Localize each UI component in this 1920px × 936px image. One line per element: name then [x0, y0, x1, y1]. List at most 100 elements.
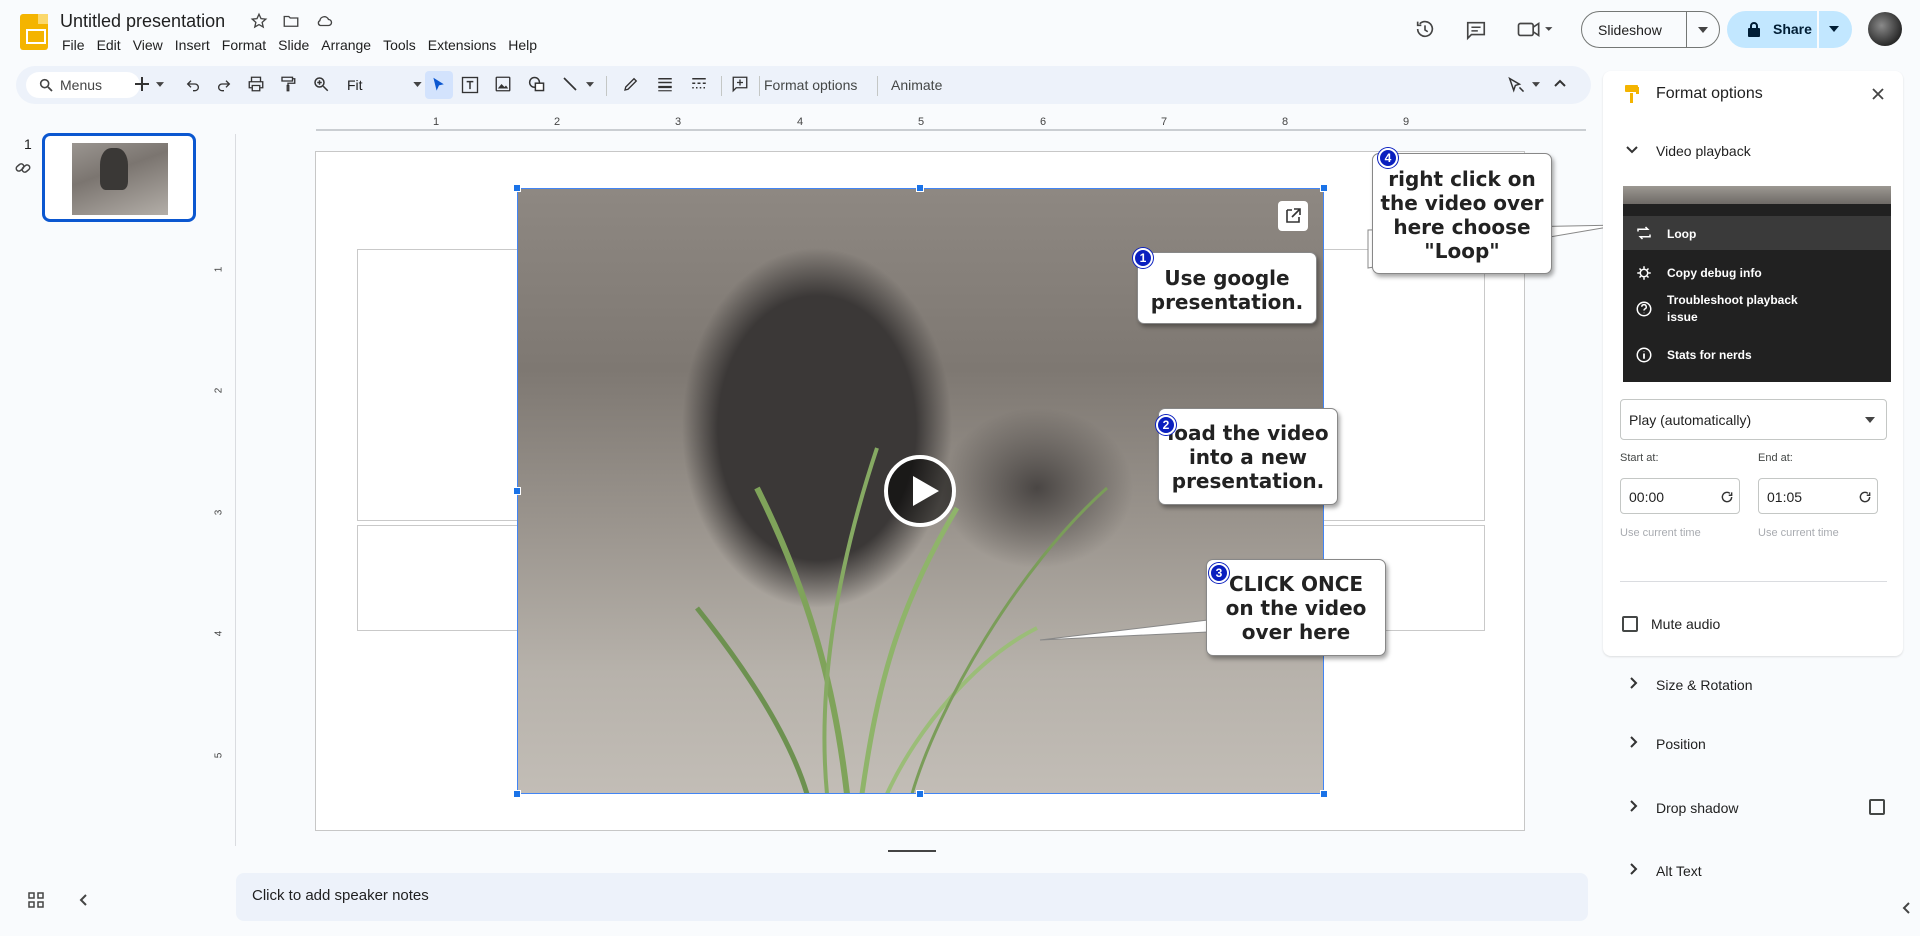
comments-icon[interactable] — [1465, 19, 1487, 41]
select-cursor-icon[interactable] — [431, 76, 447, 94]
reset-start-icon[interactable] — [1720, 490, 1734, 504]
menu-extensions[interactable]: Extensions — [428, 37, 505, 53]
menu-tools[interactable]: Tools — [383, 37, 425, 53]
insert-image-icon[interactable] — [494, 75, 512, 93]
size-rotation-header[interactable]: Size & Rotation — [1656, 677, 1753, 693]
border-color-icon[interactable] — [622, 75, 640, 93]
line-dropdown-icon[interactable] — [586, 82, 594, 87]
zoom-select[interactable]: Fit — [343, 72, 425, 98]
context-item-copy-debug[interactable]: Copy debug info — [1623, 258, 1891, 288]
search-menus-field[interactable]: Menus — [26, 72, 140, 98]
chevron-right-icon[interactable] — [1629, 862, 1639, 876]
line-icon[interactable] — [561, 75, 579, 93]
play-mode-select[interactable]: Play (automatically) — [1620, 399, 1887, 440]
mute-audio-checkbox[interactable] — [1622, 616, 1638, 632]
use-current-start[interactable]: Use current time — [1620, 527, 1701, 539]
speaker-notes[interactable]: Click to add speaker notes — [236, 873, 1588, 921]
border-dash-icon[interactable] — [690, 75, 708, 93]
paint-format-icon[interactable] — [279, 75, 297, 93]
side-panel-toggle-icon[interactable] — [1900, 900, 1912, 916]
context-item-label: Stats for nerds — [1667, 348, 1752, 362]
slide-thumbnail[interactable] — [42, 133, 196, 222]
menu-arrange[interactable]: Arrange — [321, 37, 380, 53]
resize-handle-tl[interactable] — [513, 184, 521, 192]
document-title[interactable]: Untitled presentation — [60, 11, 225, 32]
drop-shadow-header[interactable]: Drop shadow — [1656, 800, 1739, 816]
chevron-right-icon[interactable] — [1629, 735, 1639, 749]
alt-text-header[interactable]: Alt Text — [1656, 863, 1702, 879]
ruler-tick-label: 7 — [1161, 116, 1168, 128]
grid-view-icon[interactable] — [28, 892, 44, 908]
main-toolbar: Menus Fit Format options Animate — [16, 66, 1591, 104]
slides-logo-icon[interactable] — [20, 14, 48, 50]
meet-camera-icon[interactable] — [1515, 18, 1555, 40]
callout-4-line: here choose — [1393, 215, 1531, 239]
shape-icon[interactable] — [527, 75, 547, 93]
slideshow-button[interactable]: Slideshow — [1581, 11, 1720, 48]
search-menus-label: Menus — [60, 77, 103, 93]
ruler-tick-label: 3 — [213, 509, 225, 516]
title-bar: Untitled presentation File Edit View Ins… — [0, 0, 1920, 62]
ruler-tick-label: 4 — [213, 630, 225, 637]
use-current-end[interactable]: Use current time — [1758, 527, 1839, 539]
context-item-loop[interactable]: Loop — [1623, 216, 1891, 250]
editing-mode-icon[interactable] — [1507, 76, 1527, 94]
slideshow-divider — [1686, 12, 1687, 47]
start-time-input[interactable]: 00:00 — [1620, 478, 1740, 514]
format-options-panel: Format options Video playback Loop Copy … — [1603, 71, 1903, 936]
format-options-button[interactable]: Format options — [764, 77, 857, 93]
menu-slide[interactable]: Slide — [278, 37, 318, 53]
menu-help[interactable]: Help — [508, 37, 546, 53]
cloud-saved-icon[interactable] — [314, 12, 334, 30]
share-button[interactable]: Share — [1727, 11, 1852, 48]
play-icon[interactable] — [884, 455, 956, 527]
chevron-right-icon[interactable] — [1629, 799, 1639, 813]
ruler-tick-label: 3 — [675, 116, 682, 128]
collapse-filmstrip-icon[interactable] — [78, 893, 88, 907]
reset-end-icon[interactable] — [1858, 490, 1872, 504]
add-comment-icon[interactable] — [731, 75, 749, 93]
redo-icon[interactable] — [216, 76, 232, 92]
resize-handle-bl[interactable] — [513, 790, 521, 798]
video-playback-header[interactable]: Video playback — [1656, 143, 1751, 159]
share-dropdown-icon[interactable] — [1829, 26, 1839, 32]
collapse-toolbar-icon[interactable] — [1553, 78, 1567, 88]
slide-thumbnail-image — [72, 143, 168, 215]
animate-button[interactable]: Animate — [891, 77, 942, 93]
close-panel-icon[interactable] — [1871, 87, 1885, 101]
chevron-down-icon[interactable] — [1625, 145, 1639, 155]
menu-edit[interactable]: Edit — [97, 37, 130, 53]
editing-mode-dropdown-icon[interactable] — [1532, 82, 1540, 87]
end-time-input[interactable]: 01:05 — [1758, 478, 1878, 514]
resize-handle-br[interactable] — [1320, 790, 1328, 798]
resize-handle-b[interactable] — [916, 790, 924, 798]
menu-format[interactable]: Format — [222, 37, 275, 53]
resize-handle-l[interactable] — [513, 487, 521, 495]
menu-insert[interactable]: Insert — [175, 37, 219, 53]
text-box-icon[interactable] — [460, 75, 480, 95]
border-weight-icon[interactable] — [656, 75, 674, 93]
vertical-ruler: 1 2 3 4 5 — [213, 148, 228, 838]
star-icon[interactable] — [250, 12, 268, 30]
menu-view[interactable]: View — [133, 37, 172, 53]
move-folder-icon[interactable] — [282, 12, 300, 30]
menu-file[interactable]: File — [62, 37, 94, 53]
speaker-notes-placeholder: Click to add speaker notes — [252, 887, 429, 904]
zoom-icon[interactable] — [312, 75, 330, 93]
slideshow-dropdown-icon[interactable] — [1698, 27, 1708, 33]
print-icon[interactable] — [247, 75, 265, 93]
account-avatar[interactable] — [1868, 12, 1902, 46]
context-item-stats[interactable]: Stats for nerds — [1623, 340, 1891, 370]
chevron-right-icon[interactable] — [1629, 676, 1639, 690]
new-slide-dropdown-icon[interactable] — [156, 82, 164, 87]
notes-resize-handle[interactable] — [888, 850, 936, 852]
ruler-tick-label: 6 — [1040, 116, 1047, 128]
resize-handle-t[interactable] — [916, 184, 924, 192]
context-item-troubleshoot[interactable]: Troubleshoot playback issue — [1623, 289, 1891, 329]
drop-shadow-checkbox[interactable] — [1869, 799, 1885, 815]
undo-icon[interactable] — [185, 76, 201, 92]
position-header[interactable]: Position — [1656, 736, 1706, 752]
ruler-tick-label: 2 — [213, 387, 225, 394]
new-slide-icon[interactable] — [134, 73, 150, 95]
version-history-icon[interactable] — [1414, 18, 1436, 40]
